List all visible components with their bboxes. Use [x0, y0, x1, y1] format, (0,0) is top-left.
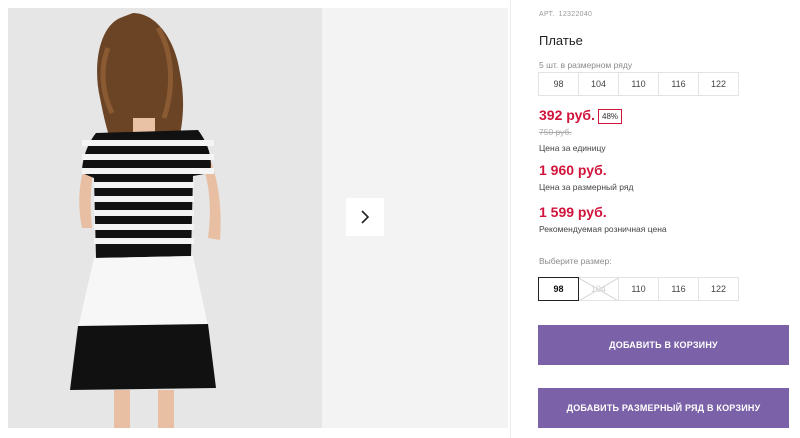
gallery-next-button[interactable] — [346, 198, 384, 236]
product-gallery — [8, 8, 508, 428]
size-option-110[interactable]: 110 — [618, 277, 659, 301]
add-size-set-to-cart-button[interactable]: ДОБАВИТЬ РАЗМЕРНЫЙ РЯД В КОРЗИНУ — [538, 388, 789, 428]
pack-size-122: 122 — [698, 72, 739, 96]
set-price-note: Цена за размерный ряд — [539, 182, 634, 192]
pack-size-116: 116 — [658, 72, 699, 96]
discount-badge: 48% — [598, 109, 623, 124]
add-to-cart-button[interactable]: ДОБАВИТЬ В КОРЗИНУ — [538, 325, 789, 365]
product-title: Платье — [539, 33, 583, 48]
choose-size-label: Выберите размер: — [539, 256, 612, 266]
article-number: АРТ. 12322040 — [539, 11, 596, 18]
size-option-104: 104 — [578, 277, 619, 301]
product-info-panel: АРТ. 12322040 Платье 5 шт. в размерном ря… — [510, 0, 800, 438]
retail-price-note: Рекомендуемая розничная цена — [539, 224, 667, 234]
pack-size-98: 98 — [538, 72, 579, 96]
product-photo-illustration — [8, 8, 322, 428]
pack-size-110: 110 — [618, 72, 659, 96]
pack-size-list: 98 104 110 116 122 — [538, 72, 739, 96]
old-price: 750 руб. — [539, 127, 572, 137]
retail-price: 1 599 руб. — [539, 204, 607, 220]
unit-price-note: Цена за единицу — [539, 143, 606, 153]
pack-size-104: 104 — [578, 72, 619, 96]
size-selector: 98 104 110 116 122 — [538, 277, 739, 301]
chevron-right-icon — [361, 210, 370, 224]
size-option-116[interactable]: 116 — [658, 277, 699, 301]
product-photo[interactable] — [8, 8, 322, 428]
set-price: 1 960 руб. — [539, 162, 607, 178]
size-option-98[interactable]: 98 — [538, 277, 579, 301]
unit-price: 392 руб. — [539, 107, 595, 123]
size-option-122[interactable]: 122 — [698, 277, 739, 301]
pack-size-note: 5 шт. в размерном ряду — [539, 60, 633, 70]
article-value: 12322040 — [558, 11, 593, 18]
article-label: АРТ. — [539, 11, 555, 18]
